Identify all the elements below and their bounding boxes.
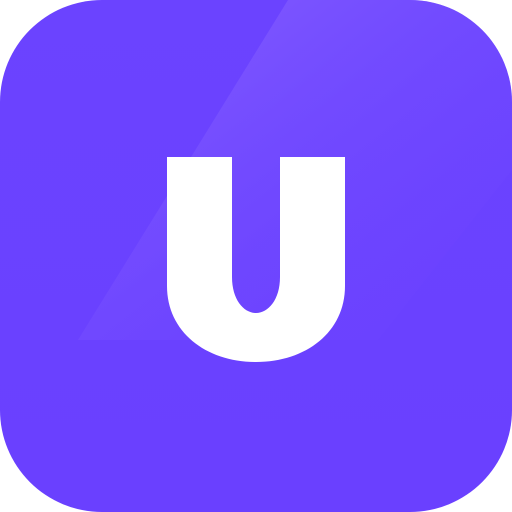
app-icon-canvas [0, 0, 512, 512]
u-letter-icon [167, 157, 345, 362]
app-icon-tile[interactable] [0, 0, 512, 512]
gradient-sheen [78, 0, 512, 340]
